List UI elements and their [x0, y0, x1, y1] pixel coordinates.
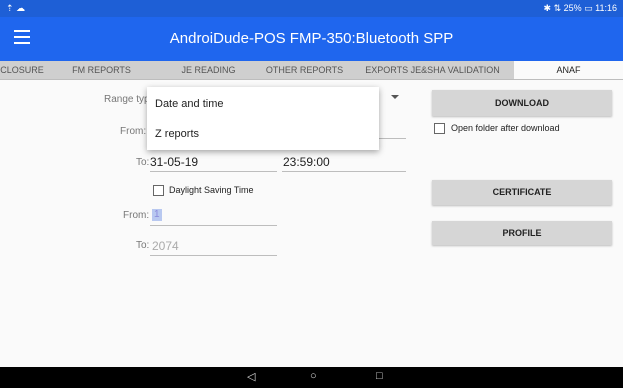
home-icon[interactable]: ○ [310, 370, 317, 382]
tab-other-reports[interactable]: OTHER REPORTS [258, 61, 351, 79]
to-date-input[interactable]: 31-05-19 [150, 155, 198, 169]
certificate-button[interactable]: CERTIFICATE [432, 180, 612, 205]
daylight-saving-label: Daylight Saving Time [169, 185, 254, 195]
z-from-input[interactable]: 1 [152, 209, 162, 221]
open-folder-checkbox[interactable] [434, 123, 445, 134]
download-button[interactable]: DOWNLOAD [432, 90, 612, 116]
to-date-underline [150, 171, 277, 172]
app-bar: AndroiDude-POS FMP-350:Bluetooth SPP [0, 17, 623, 61]
tab-anaf[interactable]: ANAF [514, 61, 623, 79]
option-date-and-time[interactable]: Date and time [155, 98, 223, 110]
daylight-saving-checkbox[interactable] [153, 185, 164, 196]
tab-je-reading[interactable]: JE READING [159, 61, 258, 79]
tab-bar: CLOSURE FM REPORTS JE READING OTHER REPO… [0, 61, 623, 80]
z-from-label: From: [123, 210, 150, 221]
option-z-reports[interactable]: Z reports [155, 128, 199, 140]
back-icon[interactable]: ◁ [247, 370, 255, 383]
tab-fm-reports[interactable]: FM REPORTS [44, 61, 159, 79]
z-from-underline [150, 225, 277, 226]
recents-icon[interactable]: □ [376, 370, 383, 382]
open-folder-label: Open folder after download [451, 123, 560, 133]
notification-icons: ⇡ ☁ [6, 3, 26, 13]
z-to-label: To: [136, 240, 150, 251]
to-time-underline [282, 171, 406, 172]
navigation-bar: ◁ ○ □ [0, 367, 623, 388]
range-type-popup: Date and time Z reports [147, 87, 379, 150]
range-type-dropdown-arrow-icon[interactable] [391, 95, 399, 99]
from-label: From: [120, 126, 147, 137]
to-label: To: [136, 157, 150, 168]
tab-closure[interactable]: CLOSURE [0, 61, 44, 79]
tab-exports-je-sha-validation[interactable]: EXPORTS JE&SHA VALIDATION [351, 61, 514, 79]
z-to-input[interactable]: 2074 [152, 239, 179, 253]
profile-button[interactable]: PROFILE [432, 221, 612, 245]
status-info: ✱ ⇅ 25% ▭ 11:16 [543, 3, 617, 13]
z-to-underline [150, 255, 277, 256]
status-bar: ⇡ ☁ ✱ ⇅ 25% ▭ 11:16 [0, 0, 623, 17]
to-time-input[interactable]: 23:59:00 [283, 155, 330, 169]
app-title: AndroiDude-POS FMP-350:Bluetooth SPP [169, 30, 454, 47]
